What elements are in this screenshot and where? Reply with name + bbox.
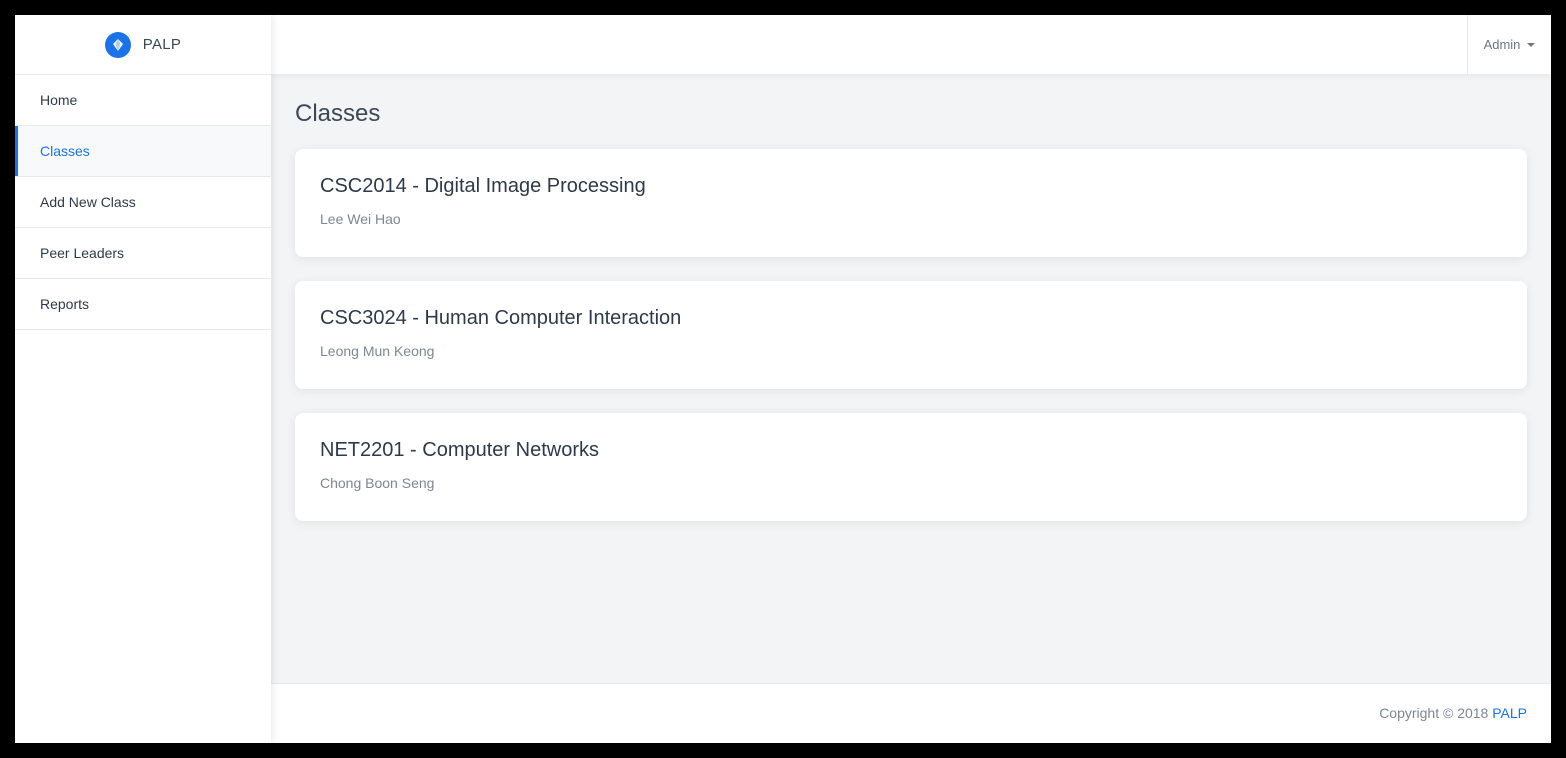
class-title: CSC2014 - Digital Image Processing: [320, 175, 646, 197]
class-lecturer: Lee Wei Hao: [320, 211, 401, 227]
sidebar-item-classes[interactable]: Classes: [15, 126, 271, 177]
brand-name: PALP: [142, 36, 182, 53]
footer: Copyright © 2018 PALP: [271, 683, 1551, 743]
user-menu-button[interactable]: Admin: [1467, 15, 1551, 74]
class-title: NET2201 - Computer Networks: [320, 439, 599, 461]
caret-down-icon: [1527, 42, 1536, 47]
user-menu-label: Admin: [1483, 37, 1521, 52]
copyright-text: Copyright © 2018: [1379, 705, 1493, 721]
copyright: Copyright © 2018 PALP: [1379, 705, 1527, 721]
sidebar-item-label: Classes: [40, 143, 90, 159]
sidebar: PALP Home Classes Add New Class Peer Lea…: [15, 15, 271, 743]
sidebar-item-label: Reports: [40, 296, 90, 312]
brand[interactable]: PALP: [15, 15, 271, 75]
page-title: Classes: [295, 100, 381, 127]
sidebar-item-home[interactable]: Home: [15, 75, 271, 126]
sidebar-item-label: Peer Leaders: [40, 245, 125, 261]
sidebar-item-peer-leaders[interactable]: Peer Leaders: [15, 228, 271, 279]
app-window: PALP Home Classes Add New Class Peer Lea…: [15, 15, 1551, 743]
class-lecturer: Leong Mun Keong: [320, 343, 435, 359]
sidebar-item-label: Add New Class: [40, 194, 136, 210]
footer-brand-link[interactable]: PALP: [1492, 705, 1527, 721]
class-card[interactable]: NET2201 - Computer Networks Chong Boon S…: [295, 413, 1527, 521]
diamond-icon: [104, 31, 131, 58]
class-lecturer: Chong Boon Seng: [320, 475, 435, 491]
main-content: Classes CSC2014 - Digital Image Processi…: [271, 74, 1551, 683]
class-card[interactable]: CSC2014 - Digital Image Processing Lee W…: [295, 149, 1527, 257]
sidebar-item-reports[interactable]: Reports: [15, 279, 271, 330]
sidebar-item-add-new-class[interactable]: Add New Class: [15, 177, 271, 228]
sidebar-nav: Home Classes Add New Class Peer Leaders …: [15, 75, 271, 330]
class-list: CSC2014 - Digital Image Processing Lee W…: [295, 149, 1527, 521]
sidebar-item-label: Home: [40, 92, 78, 108]
class-card[interactable]: CSC3024 - Human Computer Interaction Leo…: [295, 281, 1527, 389]
topbar: Admin: [271, 15, 1551, 74]
class-title: CSC3024 - Human Computer Interaction: [320, 307, 682, 329]
